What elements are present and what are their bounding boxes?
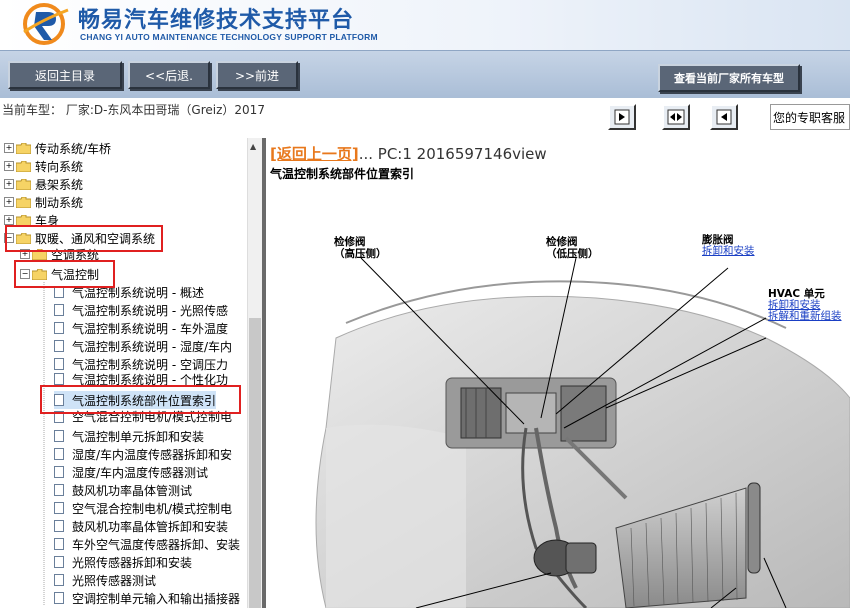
view-left-button[interactable] xyxy=(608,104,636,130)
tree-label: 气温控制系统说明 - 个性化功 xyxy=(72,373,228,385)
page-title: 气温控制系统部件位置索引 xyxy=(270,167,415,181)
tree-item[interactable]: 气温控制系统说明 - 光照传感 xyxy=(54,301,228,319)
tree-item[interactable]: 空气混合控制电机/模式控制电 xyxy=(54,499,232,517)
compressor-drawing xyxy=(533,539,597,577)
tree-item[interactable]: 鼓风机功率晶体管拆卸和安装 xyxy=(54,517,228,535)
tree-label: 湿度/车内温度传感器拆卸和安 xyxy=(72,447,233,462)
valve-high-title: 检修阀 xyxy=(334,236,366,248)
expansion-valve-link[interactable]: 拆卸和安装 xyxy=(702,245,755,257)
arrow-left-icon xyxy=(716,109,732,125)
forward-button[interactable]: >>前进 xyxy=(216,61,298,89)
tree-label: 空调控制单元输入和输出插接器 xyxy=(72,591,241,606)
tree-label: 气温控制系统说明 - 湿度/车内 xyxy=(72,339,233,354)
site-subtitle: CHANG YI AUTO MAINTENANCE TECHNOLOGY SUP… xyxy=(80,32,378,42)
tree-item[interactable]: 湿度/车内温度传感器测试 xyxy=(54,463,208,481)
view-right-button[interactable] xyxy=(710,104,738,130)
tree-item[interactable]: 光照传感器测试 xyxy=(54,571,156,589)
tree-label: 气温控制系统说明 - 光照传感 xyxy=(72,303,228,318)
nav-tree: + 传动系统/车桥 + 转向系统 + 悬架系统 + 制动系统 + 车身 − 取暖、通风和空调… xyxy=(0,138,262,608)
tree-label: 空气混合控制电机/模式控制电 xyxy=(72,501,233,516)
tree-item[interactable]: 气温控制单元拆卸和安装 xyxy=(54,427,204,445)
tree-item[interactable]: 气温控制系统说明 - 湿度/车内 xyxy=(54,337,232,355)
site-title: 畅易汽车维修技术支持平台 xyxy=(78,8,355,33)
highlight-box-location-index xyxy=(40,385,241,414)
service-box[interactable]: 您的专职客服 xyxy=(770,104,850,130)
scroll-thumb[interactable] xyxy=(249,318,261,608)
highlight-box-hvac xyxy=(5,225,163,252)
tree-item[interactable]: 车外空气温度传感器拆卸、安装 xyxy=(54,535,240,553)
view-split-button[interactable] xyxy=(662,104,690,130)
component-diagram xyxy=(315,257,850,608)
valve-low-label: 检修阀 （低压侧） xyxy=(546,236,599,260)
all-models-button[interactable]: 查看当前厂家所有车型 xyxy=(658,64,800,92)
valve-high-side: （高压侧） xyxy=(334,248,387,260)
header-banner: 畅易汽车维修技术支持平台 CHANG YI AUTO MAINTENANCE T… xyxy=(0,0,850,50)
tree-label: 气温控制系统说明 - 空调压力 xyxy=(72,357,228,372)
tree-label: 鼓风机功率晶体管测试 xyxy=(72,483,193,498)
logo-icon xyxy=(23,3,69,45)
tree-label: 鼓风机功率晶体管拆卸和安装 xyxy=(72,519,229,534)
toolbar: 返回主目录 <<后退. >>前进 查看当前厂家所有车型 xyxy=(0,50,850,99)
hvac-disassemble-link[interactable]: 拆解和重新组装 xyxy=(768,310,842,322)
highlight-box-climate xyxy=(14,260,115,288)
tree-label: 车外空气温度传感器拆卸、安装 xyxy=(72,537,241,552)
valve-low-title: 检修阀 xyxy=(546,236,578,248)
nav-line: [返回上一页]... PC:1 2016597146view xyxy=(270,143,547,164)
tree-scrollbar[interactable]: ▲ xyxy=(247,138,262,608)
content-pane: [返回上一页]... PC:1 2016597146view 气温控制系统部件位… xyxy=(266,138,850,608)
tree-item[interactable]: 空调控制单元输入和输出插接器 xyxy=(54,589,240,607)
current-model-text: 当前车型： 厂家:D-东风本田哥瑞（Greiz）2017 xyxy=(2,103,265,117)
scroll-up-icon[interactable]: ▲ xyxy=(250,142,256,151)
tree-item[interactable]: 气温控制系统说明 - 车外温度 xyxy=(54,319,228,337)
tree-lines xyxy=(43,282,45,606)
tree-item[interactable]: 气温控制系统说明 - 空调压力 xyxy=(54,355,228,373)
valve-high-label: 检修阀 （高压侧） xyxy=(334,236,387,260)
back-page-link[interactable]: [返回上一页] xyxy=(270,145,359,163)
tree-label: 光照传感器拆卸和安装 xyxy=(72,555,193,570)
tree-item[interactable]: 鼓风机功率晶体管测试 xyxy=(54,481,192,499)
arrow-right-icon xyxy=(614,109,630,125)
pc-info: ... PC:1 2016597146view xyxy=(358,145,547,163)
tree-item[interactable]: 湿度/车内温度传感器拆卸和安 xyxy=(54,445,232,463)
tree-item[interactable]: 光照传感器拆卸和安装 xyxy=(54,553,192,571)
tree-item[interactable]: 气温控制系统说明 - 个性化功 xyxy=(54,373,228,385)
split-view-icon xyxy=(667,109,685,125)
tree-label: 湿度/车内温度传感器测试 xyxy=(72,465,209,480)
tree-label: 气温控制单元拆卸和安装 xyxy=(72,429,205,444)
home-button[interactable]: 返回主目录 xyxy=(8,61,122,89)
valve-low-side: （低压侧） xyxy=(546,248,599,260)
tree-label: 气温控制系统说明 - 车外温度 xyxy=(72,321,228,336)
back-button[interactable]: <<后退. xyxy=(128,61,210,89)
tree-label: 光照传感器测试 xyxy=(72,573,157,588)
